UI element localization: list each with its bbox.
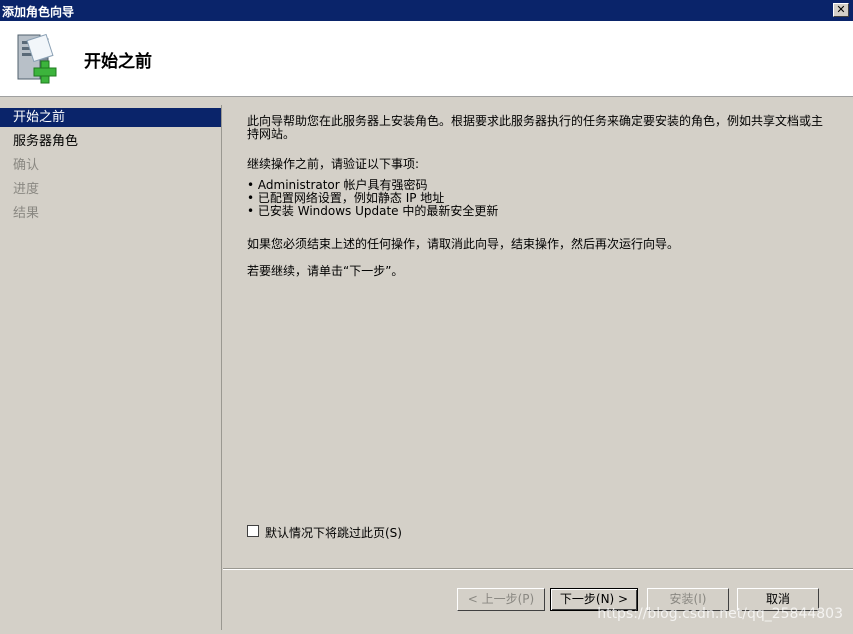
window-title: 添加角色向导 (2, 5, 75, 19)
wizard-header: 开始之前 (0, 21, 853, 97)
watermark-text: https://blog.csdn.net/qq_25844803 (597, 606, 843, 622)
sidebar-item-progress: 进度 (13, 182, 40, 197)
page-title: 开始之前 (84, 52, 152, 72)
continue-hint: 若要继续，请单击“下一步”。 (247, 264, 404, 278)
wizard-steps-sidebar: 开始之前 服务器角色 确认 进度 结果 (0, 105, 222, 630)
sidebar-item-server-roles[interactable]: 服务器角色 (0, 132, 221, 151)
wizard-content: 此向导帮助您在此服务器上安装角色。根据要求此服务器执行的任务来确定要安装的角色，… (223, 105, 853, 567)
skip-page-label: 默认情况下将跳过此页(S) (265, 526, 402, 540)
title-bar: 添加角色向导 ✕ (0, 0, 853, 21)
close-icon: ✕ (836, 3, 846, 16)
checklist-item: 已安装 Windows Update 中的最新安全更新 (247, 205, 498, 218)
intro-text: 此向导帮助您在此服务器上安装角色。根据要求此服务器执行的任务来确定要安装的角色，… (247, 114, 824, 141)
server-add-icon (17, 33, 57, 84)
sidebar-item-before-you-begin[interactable]: 开始之前 (0, 108, 221, 127)
skip-page-checkbox[interactable] (247, 525, 259, 537)
close-button[interactable]: ✕ (833, 3, 849, 17)
sidebar-item-results: 结果 (13, 206, 40, 221)
button-separator (223, 568, 853, 570)
sidebar-item-confirmation: 确认 (13, 158, 40, 173)
verify-heading: 继续操作之前，请验证以下事项: (247, 157, 420, 171)
back-button[interactable]: < 上一步(P) (457, 588, 545, 611)
checklist: Administrator 帐户具有强密码 已配置网络设置，例如静态 IP 地址… (247, 179, 498, 218)
cancel-hint: 如果您必须结束上述的任何操作，请取消此向导，结束操作，然后再次运行向导。 (247, 237, 680, 251)
